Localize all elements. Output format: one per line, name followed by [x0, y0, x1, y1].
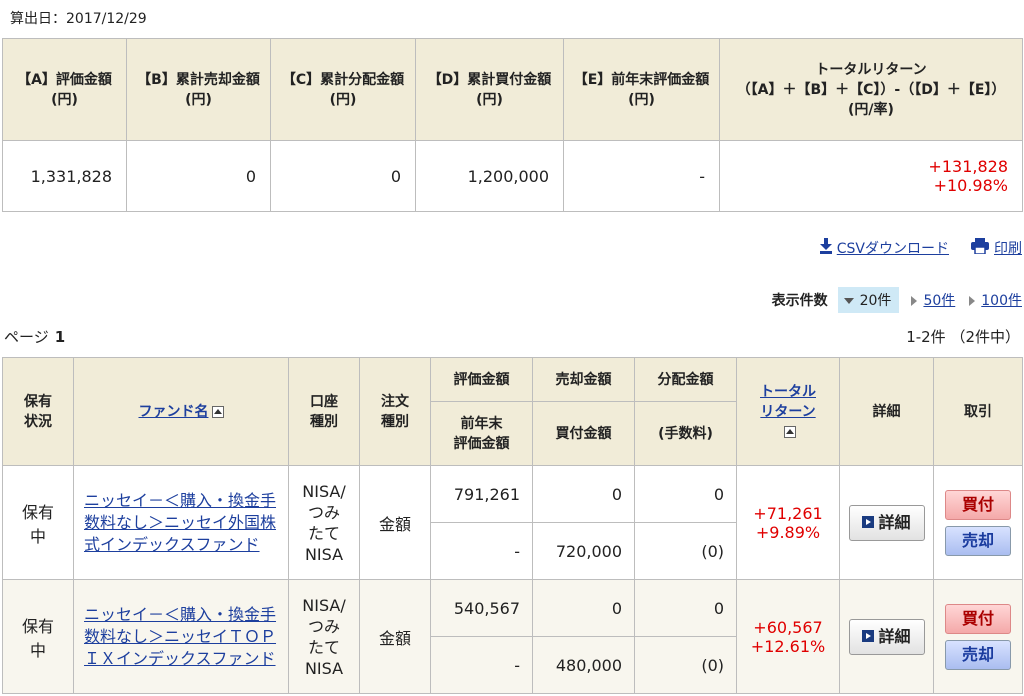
col-header-status: 保有 状況 — [2, 357, 74, 466]
summary-table: 【A】評価金額 (円) 【B】累計売却金額 (円) 【C】累計分配金額 (円) … — [2, 38, 1023, 212]
display-count-option-100[interactable]: 100件 — [969, 290, 1022, 310]
row-total-return: +60,567 +12.61% — [736, 579, 840, 694]
row-account-type: NISA/ つみ たて NISA — [288, 465, 360, 580]
triangle-right-icon — [911, 296, 918, 306]
col-header-valuation: 評価金額 — [430, 357, 533, 402]
row-detail-cell: 詳細 — [839, 579, 934, 694]
fund-table: 保有 状況 ファンド名 口座 種別 注文 種別 評価金額 売却金額 分配金額 ト… — [2, 357, 1023, 694]
detail-button[interactable]: 詳細 — [848, 618, 925, 655]
row-valuation: 540,567 — [430, 579, 533, 637]
summary-value-b: 0 — [126, 140, 271, 212]
row-return-amount: +60,567 — [753, 617, 823, 637]
row-buy-amount: 720,000 — [532, 522, 635, 580]
row-return-rate: +9.89% — [755, 522, 821, 542]
row-total-return: +71,261 +9.89% — [736, 465, 840, 580]
action-links: CSVダウンロード 印刷 — [819, 238, 1022, 258]
summary-total-return: +131,828 +10.98% — [719, 140, 1023, 212]
print-link[interactable]: 印刷 — [994, 238, 1022, 258]
triangle-right-icon — [969, 296, 976, 306]
summary-total-return-rate: +10.98% — [933, 176, 1008, 195]
display-count-option-50[interactable]: 50件 — [911, 290, 955, 310]
display-count-selected[interactable]: 20件 — [837, 287, 900, 313]
row-trade-cell: 買付 売却 — [933, 579, 1023, 694]
row-return-rate: +12.61% — [750, 636, 826, 656]
row-prev-year-valuation: - — [430, 636, 533, 694]
play-icon — [862, 515, 875, 528]
page-number: 1 — [54, 328, 66, 346]
download-icon[interactable] — [819, 238, 832, 258]
page-label: ページ — [4, 328, 49, 346]
row-buy-amount: 480,000 — [532, 636, 635, 694]
summary-header-d: 【D】累計買付金額 (円) — [415, 38, 564, 141]
row-sell-amount: 0 — [532, 579, 635, 637]
row-prev-year-valuation: - — [430, 522, 533, 580]
triangle-down-icon — [843, 298, 854, 304]
row-status: 保有 中 — [2, 465, 74, 580]
summary-value-d: 1,200,000 — [415, 140, 564, 212]
col-header-buy-amount: 買付金額 — [532, 401, 635, 466]
summary-header-c: 【C】累計分配金額 (円) — [270, 38, 416, 141]
result-range: 1-2件 （2件中） — [906, 328, 1020, 346]
col-header-account-type: 口座 種別 — [288, 357, 360, 466]
summary-header-a: 【A】評価金額 (円) — [2, 38, 127, 141]
row-detail-cell: 詳細 — [839, 465, 934, 580]
col-header-trade: 取引 — [933, 357, 1023, 466]
col-header-fund-name[interactable]: ファンド名 — [73, 357, 289, 466]
buy-button[interactable]: 買付 — [945, 603, 1011, 634]
buy-button[interactable]: 買付 — [945, 489, 1011, 520]
row-valuation: 791,261 — [430, 465, 533, 523]
summary-value-a: 1,331,828 — [2, 140, 127, 212]
detail-button[interactable]: 詳細 — [848, 504, 925, 541]
col-header-detail: 詳細 — [839, 357, 934, 466]
play-icon — [862, 629, 875, 642]
row-order-type: 金額 — [359, 465, 431, 580]
row-fee: (0) — [634, 636, 737, 694]
row-dist-amount: 0 — [634, 465, 737, 523]
row-trade-cell: 買付 売却 — [933, 465, 1023, 580]
sell-button[interactable]: 売却 — [945, 525, 1011, 556]
sort-up-icon[interactable] — [211, 405, 224, 418]
col-header-order-type: 注文 種別 — [359, 357, 431, 466]
summary-value-c: 0 — [270, 140, 416, 212]
col-header-fee: (手数料) — [634, 401, 737, 466]
summary-header-b: 【B】累計売却金額 (円) — [126, 38, 271, 141]
calc-date: 算出日：2017/12/29 — [10, 11, 147, 27]
row-fund-name[interactable]: ニッセイ－＜購入・換金手数料なし＞ニッセイＴＯＰＩＸインデックスファンド — [73, 579, 289, 694]
display-count-selector: 表示件数 20件 50件 100件 — [772, 287, 1022, 313]
row-return-amount: +71,261 — [753, 503, 823, 523]
row-order-type: 金額 — [359, 579, 431, 694]
col-header-total-return[interactable]: トータル リターン — [736, 357, 840, 466]
printer-icon[interactable] — [971, 238, 989, 258]
col-header-prev-year-valuation: 前年末 評価金額 — [430, 401, 533, 466]
row-fee: (0) — [634, 522, 737, 580]
summary-value-e: - — [563, 140, 720, 212]
row-dist-amount: 0 — [634, 579, 737, 637]
row-sell-amount: 0 — [532, 465, 635, 523]
col-header-dist-amount: 分配金額 — [634, 357, 737, 402]
summary-total-return-amount: +131,828 — [928, 157, 1008, 176]
row-status: 保有 中 — [2, 579, 74, 694]
row-account-type: NISA/ つみ たて NISA — [288, 579, 360, 694]
csv-download-link[interactable]: CSVダウンロード — [837, 238, 949, 258]
sell-button[interactable]: 売却 — [945, 639, 1011, 670]
display-count-label: 表示件数 — [771, 293, 828, 309]
summary-header-e: 【E】前年末評価金額 (円) — [563, 38, 720, 141]
summary-header-total-return: トータルリターン （【A】＋【B】＋【C】）-（【D】＋【E】） (円/率) — [719, 38, 1023, 141]
col-header-sell-amount: 売却金額 — [532, 357, 635, 402]
sort-up-icon[interactable] — [783, 425, 796, 438]
row-fund-name[interactable]: ニッセイ－＜購入・換金手数料なし＞ニッセイ外国株式インデックスファンド — [73, 465, 289, 580]
